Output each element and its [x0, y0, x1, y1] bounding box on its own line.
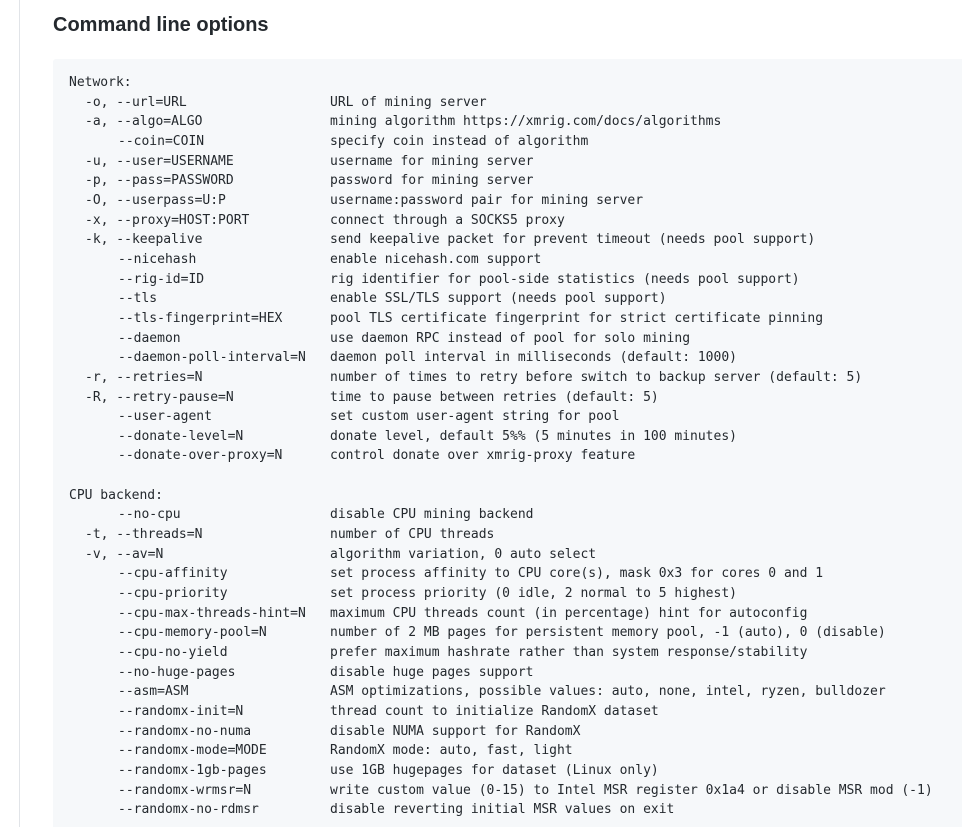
option-description: write custom value (0-15) to Intel MSR r… — [330, 782, 933, 798]
option-flag: --nicehash — [118, 251, 197, 267]
option-description: mining algorithm https://xmrig.com/docs/… — [330, 114, 722, 130]
option-description: password for mining server — [330, 173, 534, 189]
option-flag: --randomx-1gb-pages — [118, 762, 267, 778]
option-flag: --daemon — [118, 330, 181, 346]
option-description: number of 2 MB pages for persistent memo… — [330, 625, 886, 641]
option-description: rig identifier for pool-side statistics … — [330, 271, 800, 287]
option-flag: --no-cpu — [118, 507, 181, 523]
option-description: time to pause between retries (default: … — [330, 389, 659, 405]
option-description: specify coin instead of algorithm — [330, 133, 589, 149]
option-flag: --randomx-no-rdmsr — [118, 802, 259, 818]
option-flag: --cpu-memory-pool=N — [118, 625, 267, 641]
option-description: donate level, default 5%% (5 minutes in … — [330, 428, 737, 444]
option-flag: -O, --userpass=U:P — [85, 192, 226, 208]
option-flag: --cpu-no-yield — [118, 645, 228, 661]
option-description: RandomX mode: auto, fast, light — [330, 743, 573, 759]
option-description: use 1GB hugepages for dataset (Linux onl… — [330, 762, 659, 778]
option-flag: -x, --proxy=HOST:PORT — [85, 212, 250, 228]
option-description: maximum CPU threads count (in percentage… — [330, 605, 808, 621]
option-description: ASM optimizations, possible values: auto… — [330, 684, 886, 700]
option-description: connect through a SOCKS5 proxy — [330, 212, 565, 228]
section-label-text: CPU backend: — [69, 487, 163, 503]
option-flag: -r, --retries=N — [85, 369, 203, 385]
option-flag: -t, --threads=N — [85, 527, 203, 543]
option-flag: --daemon-poll-interval=N — [118, 350, 306, 366]
option-flag: --cpu-affinity — [118, 566, 228, 582]
option-flag: -v, --av=N — [85, 546, 164, 562]
option-flag: -R, --retry-pause=N — [85, 389, 234, 405]
code-block: Network: -o, --url=URL URL of mining serve… — [53, 59, 962, 827]
option-flag: -p, --pass=PASSWORD — [85, 173, 234, 189]
option-description: number of CPU threads — [330, 527, 495, 543]
option-description: URL of mining server — [330, 94, 487, 110]
option-description: number of times to retry before switch t… — [330, 369, 863, 385]
option-description: set process priority (0 idle, 2 normal t… — [330, 586, 737, 602]
option-flag: --donate-level=N — [118, 428, 244, 444]
option-description: enable nicehash.com support — [330, 251, 542, 267]
option-description: send keepalive packet for prevent timeou… — [330, 232, 816, 248]
option-description: disable huge pages support — [330, 664, 534, 680]
option-flag: --asm=ASM — [118, 684, 189, 700]
option-description: disable reverting initial MSR values on … — [330, 802, 675, 818]
option-flag: --no-huge-pages — [118, 664, 236, 680]
option-flag: --randomx-init=N — [118, 704, 244, 719]
option-flag: --randomx-mode=MODE — [118, 743, 267, 759]
option-description: username for mining server — [330, 153, 534, 169]
option-flag: --cpu-max-threads-hint=N — [118, 605, 306, 621]
option-description: disable CPU mining backend — [330, 507, 534, 523]
section-label-text: Network: — [69, 75, 132, 90]
option-description: thread count to initialize RandomX datas… — [330, 704, 659, 719]
option-description: pool TLS certificate fingerprint for str… — [330, 310, 824, 326]
option-description: prefer maximum hashrate rather than syst… — [330, 645, 808, 661]
option-flag: --coin=COIN — [118, 133, 205, 149]
option-description: daemon poll interval in milliseconds (de… — [330, 350, 737, 366]
option-flag: --donate-over-proxy=N — [118, 448, 283, 464]
left-border — [19, 0, 20, 827]
option-description: disable NUMA support for RandomX — [330, 723, 581, 739]
page: Command line options Network: -o, --url=U… — [0, 0, 962, 827]
section-heading: Command line options — [53, 14, 269, 36]
option-flag: -a, --algo=ALGO — [85, 114, 203, 130]
option-flag: --randomx-no-numa — [118, 723, 252, 739]
option-description: use daemon RPC instead of pool for solo … — [330, 330, 691, 346]
option-flag: -u, --user=USERNAME — [85, 153, 234, 169]
option-flag: -o, --url=URL — [85, 94, 187, 110]
option-description: algorithm variation, 0 auto select — [330, 546, 597, 562]
option-flag: --tls — [118, 291, 158, 307]
option-description: control donate over xmrig-proxy feature — [330, 448, 636, 464]
option-description: enable SSL/TLS support (needs pool suppo… — [330, 291, 667, 307]
option-description: username:password pair for mining server — [330, 192, 644, 208]
option-description: set custom user-agent string for pool — [330, 409, 620, 425]
option-flag: --user-agent — [118, 409, 212, 425]
option-flag: --cpu-priority — [118, 586, 228, 602]
option-description: set process affinity to CPU core(s), mas… — [330, 566, 824, 582]
option-flag: -k, --keepalive — [85, 232, 203, 248]
option-flag: --rig-id=ID — [118, 271, 205, 287]
option-flag: --randomx-wrmsr=N — [118, 782, 252, 798]
option-flag: --tls-fingerprint=HEX — [118, 310, 283, 326]
